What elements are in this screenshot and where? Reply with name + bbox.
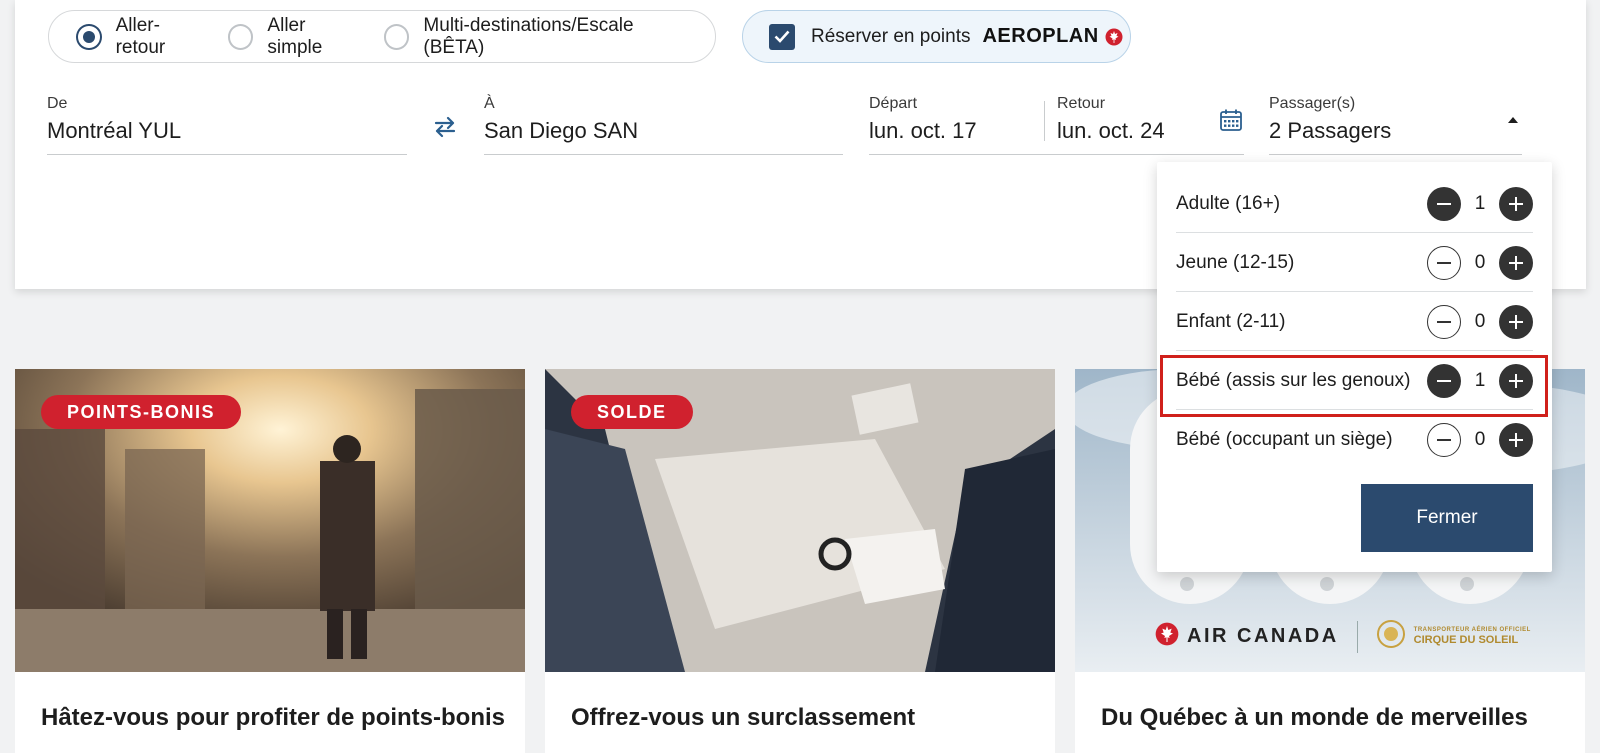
passenger-type-label: Bébé (occupant un siège) <box>1176 429 1393 450</box>
passenger-row-adult: Adulte (16+) 1 <box>1176 174 1533 233</box>
minus-icon[interactable] <box>1427 305 1461 339</box>
passengers-value[interactable]: 2 Passagers <box>1269 118 1522 144</box>
plus-icon[interactable] <box>1499 246 1533 280</box>
minus-icon[interactable] <box>1427 246 1461 280</box>
promo-badge: POINTS-BONIS <box>41 395 242 429</box>
promo-card-title[interactable]: Offrez-vous un surclassement <box>571 704 915 732</box>
depart-label: Départ <box>869 95 918 112</box>
maple-leaf-icon <box>1155 622 1179 651</box>
highlight-box <box>1160 355 1548 417</box>
minus-icon[interactable] <box>1427 187 1461 221</box>
minus-icon[interactable] <box>1427 423 1461 457</box>
cirque-logo: TRANSPORTEUR AÉRIEN OFFICIEL CIRQUE DU S… <box>1414 627 1531 646</box>
aeroplan-logo: AEROPLAN <box>982 25 1123 48</box>
checkbox-checked-icon[interactable] <box>769 23 795 50</box>
origin-label: De <box>47 95 68 112</box>
close-button[interactable]: Fermer <box>1361 484 1533 552</box>
return-label: Retour <box>1057 95 1106 112</box>
destination-value[interactable]: San Diego SAN <box>484 118 843 144</box>
trip-one-way-label: Aller simple <box>267 14 323 58</box>
radio-checked-icon[interactable] <box>76 23 102 50</box>
passenger-row-infant-seat: Bébé (occupant un siège) 0 <box>1176 410 1533 469</box>
plus-icon[interactable] <box>1499 187 1533 221</box>
passenger-count: 1 <box>1474 193 1486 214</box>
plus-icon[interactable] <box>1499 305 1533 339</box>
quantity-stepper: 1 <box>1427 187 1533 221</box>
cirque-wordmark: CIRQUE DU SOLEIL <box>1413 633 1519 646</box>
plus-icon[interactable] <box>1499 423 1533 457</box>
destination-field[interactable]: À San Diego SAN <box>484 95 843 155</box>
promo-card-title[interactable]: Du Québec à un monde de merveilles <box>1101 704 1528 732</box>
air-canada-wordmark: AIR CANADA <box>1187 625 1339 647</box>
swap-airports-icon[interactable] <box>433 116 457 143</box>
return-date[interactable]: Retour lun. oct. 24 <box>1057 95 1165 144</box>
brand-divider <box>1356 620 1358 653</box>
passenger-type-label: Adulte (16+) <box>1176 193 1281 214</box>
cirque-sun-icon <box>1376 619 1406 654</box>
cirque-tagline: TRANSPORTEUR AÉRIEN OFFICIEL <box>1413 627 1531 634</box>
return-value[interactable]: lun. oct. 24 <box>1057 118 1165 144</box>
radio-unchecked-icon[interactable] <box>227 23 254 50</box>
passenger-row-child: Enfant (2-11) 0 <box>1176 292 1533 351</box>
quantity-stepper: 0 <box>1427 305 1533 339</box>
trip-round-trip-label: Aller-retour <box>115 14 166 58</box>
origin-value[interactable]: Montréal YUL <box>47 118 407 144</box>
depart-value[interactable]: lun. oct. 17 <box>869 118 977 144</box>
trip-multi-city-option[interactable]: Multi-destinations/Escale (BÊTA) <box>383 14 695 59</box>
date-divider <box>1044 101 1045 141</box>
promo-card-title[interactable]: Hâtez-vous pour profiter de points-bonis <box>41 704 505 732</box>
promo-badge: SOLDE <box>571 395 693 429</box>
destination-label: À <box>484 95 495 112</box>
promo-card-bonus-points[interactable]: POINTS-BONIS Hâtez-vous pour profiter de… <box>15 369 525 753</box>
quantity-stepper: 0 <box>1427 423 1533 457</box>
origin-field[interactable]: De Montréal YUL <box>47 95 407 155</box>
passengers-field[interactable]: Passager(s) 2 Passagers <box>1269 95 1522 155</box>
caret-up-icon[interactable] <box>1508 117 1518 123</box>
passenger-count: 0 <box>1474 252 1486 273</box>
aeroplan-wordmark: AEROPLAN <box>982 25 1099 47</box>
maple-leaf-icon <box>1105 28 1123 46</box>
quantity-stepper: 0 <box>1427 246 1533 280</box>
book-with-points-label: Réserver en points <box>811 25 971 47</box>
trip-one-way-option[interactable]: Aller simple <box>227 14 364 59</box>
passenger-type-label: Jeune (12-15) <box>1176 252 1295 273</box>
trip-round-trip-option[interactable]: Aller-retour <box>76 15 208 59</box>
trip-multi-city-label: Multi-destinations/Escale (BÊTA) <box>423 14 634 58</box>
passenger-type-label: Enfant (2-11) <box>1176 311 1286 332</box>
air-canada-cirque-brand: AIR CANADA TRANSPORTEUR AÉRIEN OFFICIEL … <box>1155 619 1531 654</box>
book-with-points-toggle[interactable]: Réserver en points AEROPLAN <box>742 10 1131 63</box>
passenger-count: 0 <box>1474 429 1486 450</box>
passenger-count: 0 <box>1474 311 1486 332</box>
travel-dates-field[interactable]: Départ lun. oct. 17 Retour lun. oct. 24 <box>869 95 1244 155</box>
trip-type-selector: Aller-retour Aller simple Multi-destinat… <box>48 10 716 63</box>
passengers-label: Passager(s) <box>1269 95 1356 112</box>
passenger-row-youth: Jeune (12-15) 0 <box>1176 233 1533 292</box>
radio-unchecked-icon[interactable] <box>383 23 410 50</box>
calendar-icon[interactable] <box>1219 108 1243 137</box>
promo-card-upgrade[interactable]: SOLDE Offrez-vous un surclassement <box>545 369 1055 753</box>
depart-date[interactable]: Départ lun. oct. 17 <box>869 95 977 144</box>
